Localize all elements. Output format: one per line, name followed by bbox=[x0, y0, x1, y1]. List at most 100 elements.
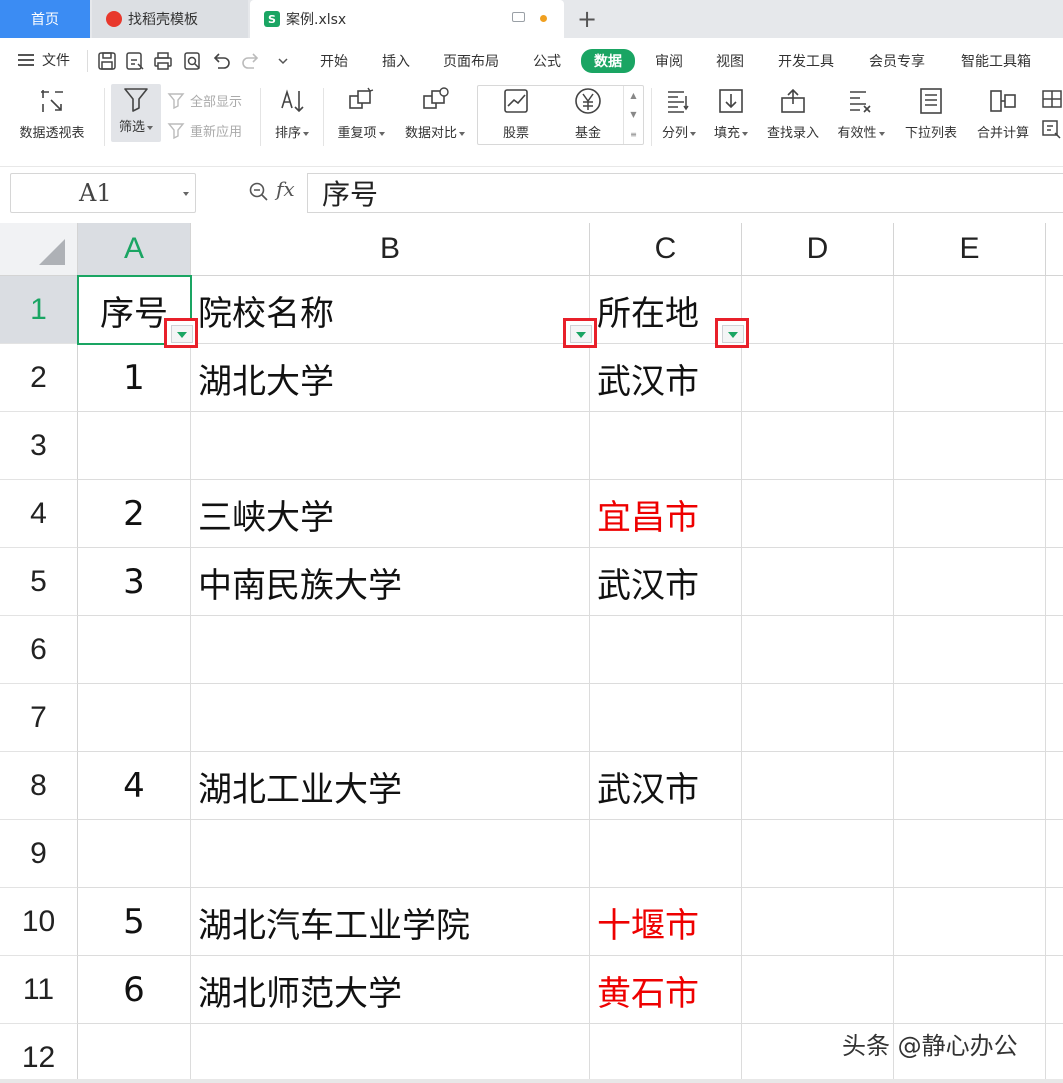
tab-template-label: 找稻壳模板 bbox=[128, 12, 198, 28]
select-all-corner[interactable] bbox=[0, 223, 78, 276]
filter-dropdown-a[interactable] bbox=[164, 318, 198, 348]
validity-button[interactable]: 有效性 bbox=[830, 86, 892, 150]
cell-b2[interactable]: 湖北大学 bbox=[198, 344, 588, 412]
filter-button[interactable]: 筛选 bbox=[111, 84, 161, 142]
row-header-4[interactable]: 4 bbox=[0, 480, 78, 548]
cell-b1[interactable]: 院校名称 bbox=[198, 276, 588, 344]
cell-a11[interactable]: 6 bbox=[78, 956, 190, 1024]
cell-a10[interactable]: 5 bbox=[78, 888, 190, 956]
duplicates-button[interactable]: 重复项 bbox=[330, 86, 392, 150]
gridline bbox=[78, 683, 1063, 684]
row-header-8[interactable]: 8 bbox=[0, 752, 78, 820]
print-preview-icon[interactable] bbox=[182, 50, 204, 72]
row-header-2[interactable]: 2 bbox=[0, 344, 78, 412]
filter-label-wrap: 筛选 bbox=[119, 116, 153, 135]
tab-home[interactable]: 首页 bbox=[0, 0, 90, 38]
function-icon[interactable]: fx bbox=[276, 177, 295, 201]
row-header-7[interactable]: 7 bbox=[0, 684, 78, 752]
reapply-button[interactable]: 重新应用 bbox=[166, 120, 242, 140]
row-header-9[interactable]: 9 bbox=[0, 820, 78, 888]
column-header-e[interactable]: E bbox=[894, 223, 1046, 276]
new-tab-plus-icon[interactable]: + bbox=[574, 4, 600, 34]
cell-b11[interactable]: 湖北师范大学 bbox=[198, 956, 588, 1024]
cell-c4[interactable]: 宜昌市 bbox=[597, 480, 741, 548]
row-header-11[interactable]: 11 bbox=[0, 956, 78, 1024]
menu-formula[interactable]: 公式 bbox=[520, 50, 574, 72]
merge-calc-button[interactable]: 合并计算 bbox=[970, 86, 1036, 150]
cell-c5[interactable]: 武汉市 bbox=[597, 548, 741, 616]
formula-input[interactable]: 序号 bbox=[307, 173, 1063, 213]
menu-insert[interactable]: 插入 bbox=[368, 50, 424, 72]
tab-template[interactable]: 找稻壳模板 bbox=[92, 0, 248, 38]
row-header-6[interactable]: 6 bbox=[0, 616, 78, 684]
chevron-down-icon bbox=[147, 125, 153, 130]
column-header-f[interactable] bbox=[1046, 223, 1063, 276]
menu-developer[interactable]: 开发工具 bbox=[766, 50, 846, 72]
cell-a8[interactable]: 4 bbox=[78, 752, 190, 820]
menu-member[interactable]: 会员专享 bbox=[858, 50, 936, 72]
filter-dropdown-b[interactable] bbox=[563, 318, 597, 348]
export-pdf-icon[interactable] bbox=[124, 50, 146, 72]
cell-a2[interactable]: 1 bbox=[78, 344, 190, 412]
file-menu[interactable]: 文件 bbox=[18, 50, 70, 70]
customize-quick-access-icon[interactable] bbox=[272, 50, 294, 72]
cell-reference: A1 bbox=[79, 179, 112, 207]
dropdown-list-button[interactable]: 下拉列表 bbox=[898, 86, 964, 150]
spreadsheet-logo-icon: S bbox=[264, 11, 280, 27]
menu-review[interactable]: 审阅 bbox=[642, 50, 696, 72]
menu-page-layout[interactable]: 页面布局 bbox=[432, 50, 510, 72]
column-header-b[interactable]: B bbox=[191, 223, 590, 276]
pivot-table-button[interactable]: 数据透视表 bbox=[8, 86, 96, 150]
chevron-down-icon[interactable] bbox=[183, 192, 189, 196]
row-header-3[interactable]: 3 bbox=[0, 412, 78, 480]
print-icon[interactable] bbox=[152, 50, 174, 72]
chevron-down-icon bbox=[878, 131, 885, 136]
tab-file[interactable]: S 案例.xlsx bbox=[250, 0, 564, 38]
split-column-icon bbox=[668, 91, 689, 113]
cell-b4[interactable]: 三峡大学 bbox=[198, 480, 588, 548]
row-header-10[interactable]: 10 bbox=[0, 888, 78, 956]
column-header-a[interactable]: A bbox=[78, 223, 191, 276]
save-icon[interactable] bbox=[96, 50, 118, 72]
chevron-up-icon[interactable]: ▲ bbox=[630, 91, 636, 100]
name-box[interactable]: A1 bbox=[10, 173, 196, 213]
undo-icon[interactable] bbox=[210, 50, 232, 72]
cell-b8[interactable]: 湖北工业大学 bbox=[198, 752, 588, 820]
cell-c11[interactable]: 黄石市 bbox=[597, 956, 741, 1024]
row-header-12[interactable]: 12 bbox=[0, 1024, 78, 1083]
row-header-5[interactable]: 5 bbox=[0, 548, 78, 616]
show-all-button[interactable]: 全部显示 bbox=[166, 90, 242, 110]
menu-smart-toolbox[interactable]: 智能工具箱 bbox=[948, 50, 1044, 72]
monitor-icon[interactable] bbox=[512, 12, 525, 22]
row-header-1[interactable]: 1 bbox=[0, 276, 78, 344]
more-tools-2-icon[interactable] bbox=[1040, 118, 1063, 140]
menu-start[interactable]: 开始 bbox=[306, 50, 362, 72]
unsaved-dot-icon bbox=[540, 15, 547, 22]
cell-c8[interactable]: 武汉市 bbox=[597, 752, 741, 820]
cell-a5[interactable]: 3 bbox=[78, 548, 190, 616]
redo-icon[interactable] bbox=[240, 50, 262, 72]
fill-button[interactable]: 填充 bbox=[708, 86, 754, 150]
cell-b5[interactable]: 中南民族大学 bbox=[198, 548, 588, 616]
lookup-entry-button[interactable]: 查找录入 bbox=[760, 86, 826, 150]
cell-a4[interactable]: 2 bbox=[78, 480, 190, 548]
data-compare-button[interactable]: 数据对比 bbox=[398, 86, 472, 150]
menu-view[interactable]: 视图 bbox=[703, 50, 757, 72]
cell-c2[interactable]: 武汉市 bbox=[597, 344, 741, 412]
gallery-scroll[interactable]: ▲ ▼ ≡ bbox=[623, 86, 643, 144]
sort-button[interactable]: 排序 bbox=[266, 86, 318, 150]
cell-b10[interactable]: 湖北汽车工业学院 bbox=[198, 888, 588, 956]
expand-gallery-icon[interactable]: ≡ bbox=[630, 130, 637, 139]
stock-button[interactable]: 股票 bbox=[486, 86, 546, 150]
tab-home-label: 首页 bbox=[31, 12, 59, 28]
more-tools-icon[interactable] bbox=[1040, 88, 1063, 110]
chevron-down-icon[interactable]: ▼ bbox=[630, 110, 636, 119]
column-header-c[interactable]: C bbox=[590, 223, 742, 276]
fund-button[interactable]: 基金 bbox=[558, 86, 618, 150]
menu-data[interactable]: 数据 bbox=[581, 49, 635, 73]
column-header-d[interactable]: D bbox=[742, 223, 894, 276]
cell-c10[interactable]: 十堰市 bbox=[597, 888, 741, 956]
zoom-icon[interactable] bbox=[248, 181, 270, 203]
filter-dropdown-c[interactable] bbox=[715, 318, 749, 348]
split-column-button[interactable]: 分列 bbox=[656, 86, 702, 150]
